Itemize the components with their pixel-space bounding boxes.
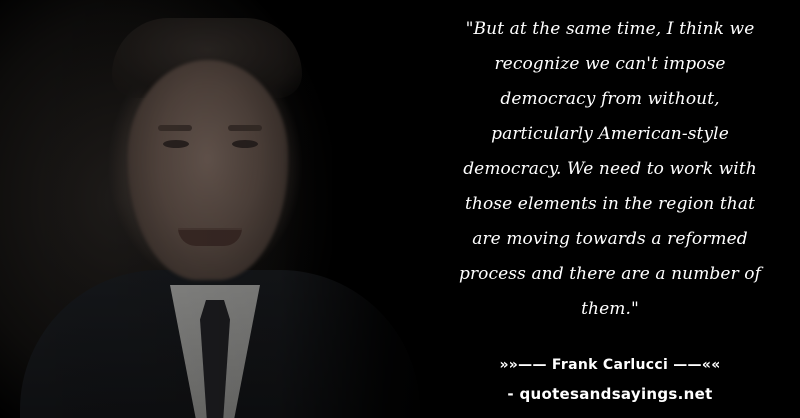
quote-source: - quotesandsayings.net xyxy=(507,385,713,403)
quote-line: democracy from without, xyxy=(500,89,720,109)
quote-text: "But at the same time, I think we recogn… xyxy=(430,12,790,327)
quote-card: "But at the same time, I think we recogn… xyxy=(0,0,800,418)
quote-line: process and there are a number of xyxy=(458,264,762,284)
quote-line: "But at the same time, I think we xyxy=(465,19,755,39)
quote-author: »»—— Frank Carlucci ——«« xyxy=(499,357,721,373)
quote-line: those elements in the region that xyxy=(464,194,756,214)
quote-line: recognize we can't impose xyxy=(494,54,726,74)
quote-line: are moving towards a reformed xyxy=(472,229,748,249)
quote-block: "But at the same time, I think we recogn… xyxy=(430,12,790,403)
quote-line: particularly American-style xyxy=(491,124,729,144)
quote-line: them." xyxy=(581,299,639,319)
quote-line: democracy. We need to work with xyxy=(463,159,757,179)
